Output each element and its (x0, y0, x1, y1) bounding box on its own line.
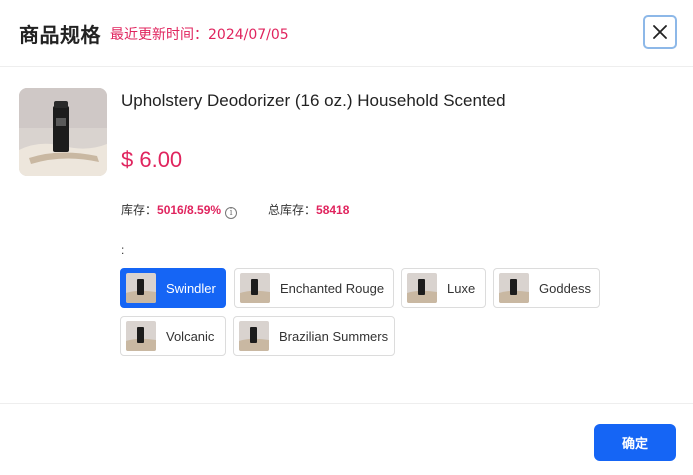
option-thumbnail (240, 273, 270, 303)
option-enchanted-rouge[interactable]: Enchanted Rouge (234, 268, 394, 308)
option-thumbnail (407, 273, 437, 303)
option-brazilian-summers[interactable]: Brazilian Summers (233, 316, 395, 356)
total-stock-info: 总库存：58418 (268, 201, 349, 218)
modal-header: 商品规格 最近更新时间：2024/07/05 (0, 0, 693, 67)
option-swindler[interactable]: Swindler (120, 268, 226, 308)
product-spec-modal: 商品规格 最近更新时间：2024/07/05 Upholstery Deodor… (0, 0, 693, 475)
spec-label: : (121, 243, 125, 257)
product-name: Upholstery Deodorizer (16 oz.) Household… (121, 91, 506, 110)
option-thumbnail (126, 321, 156, 351)
stock-info: 库存：5016/8.59% i (121, 201, 238, 219)
option-thumbnail (499, 273, 529, 303)
product-image (19, 88, 107, 176)
total-stock-label: 总库存： (268, 203, 317, 217)
option-label: Volcanic (166, 328, 215, 344)
close-button[interactable] (643, 15, 677, 49)
option-thumbnail (126, 273, 156, 303)
stock-label: 库存： (121, 203, 158, 217)
modal-footer (0, 403, 693, 475)
option-label: Luxe (447, 280, 476, 296)
option-label: Enchanted Rouge (280, 280, 385, 296)
option-thumbnail (239, 321, 269, 351)
option-goddess[interactable]: Goddess (493, 268, 600, 308)
info-icon[interactable]: i (225, 207, 238, 219)
total-stock-value: 58418 (316, 203, 350, 217)
option-volcanic[interactable]: Volcanic (120, 316, 226, 356)
close-icon (653, 25, 667, 39)
option-label: Brazilian Summers (279, 328, 389, 344)
option-label: Swindler (166, 280, 216, 296)
option-label: Goddess (539, 280, 592, 296)
stock-value: 5016/8.59% (157, 203, 222, 217)
confirm-button[interactable]: 确定 (594, 424, 676, 461)
modal-title: 商品规格 (19, 23, 101, 47)
last-updated-text: 最近更新时间：2024/07/05 (110, 27, 289, 43)
product-price: $ 6.00 (121, 147, 183, 172)
option-luxe[interactable]: Luxe (401, 268, 486, 308)
